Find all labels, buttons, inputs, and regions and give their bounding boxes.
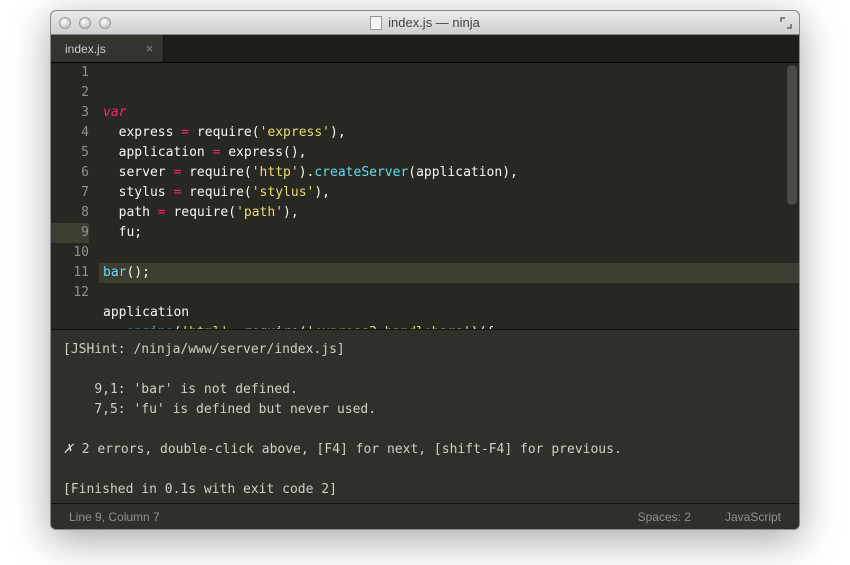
editor-area: 123456789101112 var express = require('e… [51,63,799,529]
close-window-icon[interactable] [59,17,71,29]
line-number: 12 [51,283,89,303]
traffic-lights [51,17,111,29]
line-number: 5 [51,143,89,163]
fullscreen-icon[interactable] [779,16,793,30]
scrollbar[interactable] [787,65,797,205]
line-number: 8 [51,203,89,223]
tab-label: index.js [65,42,106,56]
code-line[interactable]: application [99,303,799,323]
code-line[interactable]: server = require('http').createServer(ap… [99,163,799,183]
line-number: 11 [51,263,89,283]
code-editor[interactable]: 123456789101112 var express = require('e… [51,63,799,329]
line-number: 2 [51,83,89,103]
tab-index-js[interactable]: index.js × [51,35,164,62]
code-content[interactable]: var express = require('express'), applic… [99,63,799,329]
code-line[interactable] [99,283,799,303]
titlebar: index.js — ninja [51,11,799,35]
line-number [51,303,89,315]
code-line[interactable]: stylus = require('stylus'), [99,183,799,203]
code-line[interactable] [99,243,799,263]
code-line[interactable]: express = require('express'), [99,123,799,143]
language-mode[interactable]: JavaScript [725,510,781,524]
document-icon [370,16,382,30]
minimize-window-icon[interactable] [79,17,91,29]
line-number: 9 [51,223,89,243]
code-line[interactable]: .engine('html', require('express3-handle… [99,323,799,329]
editor-window: index.js — ninja index.js × 123456789101… [50,10,800,530]
cursor-position[interactable]: Line 9, Column 7 [69,510,160,524]
tab-bar: index.js × [51,35,799,63]
window-title-text: index.js — ninja [388,15,480,30]
code-line[interactable]: fu; [99,223,799,243]
line-number: 4 [51,123,89,143]
code-line[interactable]: application = express(), [99,143,799,163]
code-line[interactable]: var [99,103,799,123]
status-bar: Line 9, Column 7 Spaces: 2 JavaScript [51,503,799,529]
line-number: 7 [51,183,89,203]
line-number: 10 [51,243,89,263]
code-line[interactable]: bar(); [99,263,799,283]
close-icon[interactable]: × [146,41,154,56]
zoom-window-icon[interactable] [99,17,111,29]
line-number: 6 [51,163,89,183]
window-title: index.js — ninja [51,15,799,30]
code-line[interactable]: path = require('path'), [99,203,799,223]
indent-setting[interactable]: Spaces: 2 [638,510,691,524]
line-number: 1 [51,63,89,83]
output-panel[interactable]: [JSHint: /ninja/www/server/index.js] 9,1… [51,329,799,503]
line-number: 3 [51,103,89,123]
line-gutter: 123456789101112 [51,63,99,329]
